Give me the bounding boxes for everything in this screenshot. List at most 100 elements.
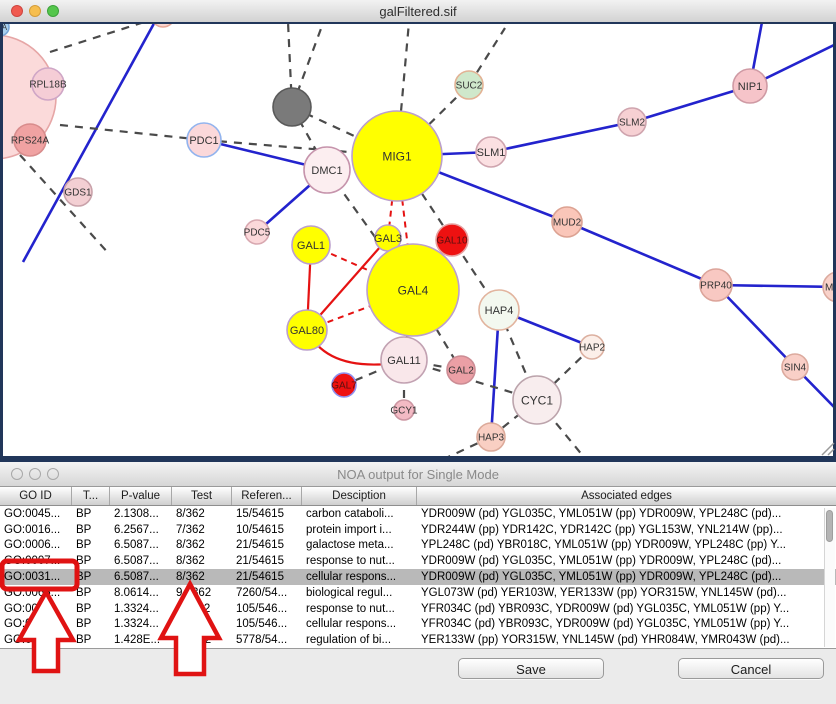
cell-test: 8/362 xyxy=(172,555,232,567)
cell-description: response to nut... xyxy=(302,603,417,615)
cell-description: regulation of bi... xyxy=(302,634,417,646)
cell-type: BP xyxy=(72,539,110,551)
cell-edges: YDR244W (pp) YDR142C, YDR142C (pp) YGL15… xyxy=(417,524,836,536)
cell-pvalue: 1.3324... xyxy=(110,618,172,630)
table-row[interactable]: GO:0016...BP6.2567...7/36210/54615protei… xyxy=(0,522,836,538)
cancel-button[interactable]: Cancel xyxy=(678,658,824,679)
view-border xyxy=(0,22,3,462)
node-label: GAL80 xyxy=(290,325,324,337)
view-border xyxy=(0,22,836,24)
node-label: SUC2 xyxy=(456,81,483,92)
node-label: GAL3 xyxy=(374,233,402,245)
network-edge xyxy=(491,122,632,152)
column-header-go[interactable]: GO ID xyxy=(0,487,72,505)
cell-reference: 10/54615 xyxy=(232,524,302,536)
node-gray-node[interactable] xyxy=(273,88,311,126)
column-header-edges[interactable]: Associated edges xyxy=(417,487,836,505)
node-label: GDS1 xyxy=(64,188,92,199)
column-header-test[interactable]: Test xyxy=(172,487,232,505)
cell-reference: 15/54615 xyxy=(232,508,302,520)
cell-pvalue: 1.428E... xyxy=(110,634,172,646)
column-header-reference[interactable]: Referen... xyxy=(232,487,302,505)
node-label: HAP3 xyxy=(478,433,505,444)
cell-type: BP xyxy=(72,618,110,630)
cell-edges: YDR009W (pd) YGL035C, YML051W (pp) YDR00… xyxy=(417,555,836,567)
save-button[interactable]: Save xyxy=(458,658,604,679)
table-row-selected[interactable]: GO:0031...BP6.5087...8/36221/54615cellul… xyxy=(0,569,836,585)
cell-reference: 7260/54... xyxy=(232,587,302,599)
cell-type: BP xyxy=(72,508,110,520)
cell-edges: YGL073W (pd) YER103W, YER133W (pp) YOR31… xyxy=(417,587,836,599)
cell-description: cellular respons... xyxy=(302,571,417,583)
cell-type: BP xyxy=(72,555,110,567)
cell-reference: 5778/54... xyxy=(232,634,302,646)
cell-edges: YFR034C (pd) YBR093C, YDR009W (pd) YGL03… xyxy=(417,618,836,630)
node-label: MIG1 xyxy=(382,149,412,163)
cell-type: BP xyxy=(72,634,110,646)
cell-type: BP xyxy=(72,524,110,536)
table-row[interactable]: GO:0007...BP6.5087...8/36221/54615respon… xyxy=(0,553,836,569)
network-edge xyxy=(716,285,836,287)
table-row[interactable]: GO:0006...BP6.5087...8/36221/54615galact… xyxy=(0,538,836,554)
node-label: GAL4 xyxy=(398,283,429,297)
resize-grip[interactable] xyxy=(822,443,834,455)
table-row[interactable]: GO:0031...BP1.3324...11/362105/546...res… xyxy=(0,601,836,617)
scrollbar-thumb[interactable] xyxy=(826,510,833,542)
vertical-scrollbar[interactable] xyxy=(824,508,835,647)
cell-pvalue: 6.2567... xyxy=(110,524,172,536)
column-header-description[interactable]: Desciption xyxy=(302,487,417,505)
node-label: PRP40 xyxy=(700,281,732,292)
table-row[interactable]: GO:0050...BP1.428E...80/3625778/54...reg… xyxy=(0,632,836,648)
node-label: PDC5 xyxy=(244,228,271,239)
cell-test: 80/362 xyxy=(172,634,232,646)
cell-reference: 21/54615 xyxy=(232,539,302,551)
network-canvas[interactable]: 17ARPL18BRPS24AGDS1PDC1PDC5DMC1MIG1SUC2S… xyxy=(0,22,836,462)
cell-type: BP xyxy=(72,571,110,583)
column-header-type[interactable]: T... xyxy=(72,487,110,505)
noa-window-titlebar[interactable]: NOA output for Single Mode xyxy=(0,462,836,487)
node-label: GCY1 xyxy=(390,406,418,417)
cell-go: GO:0006... xyxy=(0,539,72,551)
cell-edges: YPL248C (pd) YBR018C, YML051W (pp) YDR00… xyxy=(417,539,836,551)
node-label: GAL11 xyxy=(387,355,420,367)
node-label: NIP1 xyxy=(738,81,762,93)
cell-go: GO:0050... xyxy=(0,634,72,646)
cell-description: cellular respons... xyxy=(302,618,417,630)
node-label: SLM2 xyxy=(619,118,646,129)
node-label: RPL18B xyxy=(29,80,67,91)
cell-edges: YDR009W (pd) YGL035C, YML051W (pp) YDR00… xyxy=(417,571,836,583)
cell-test: 94/362 xyxy=(172,587,232,599)
cell-pvalue: 1.3324... xyxy=(110,603,172,615)
node-label: PDC1 xyxy=(189,135,218,147)
table-row[interactable]: GO:0045...BP2.1308...8/36215/54615carbon… xyxy=(0,506,836,522)
cell-description: galactose meta... xyxy=(302,539,417,551)
cell-test: 11/362 xyxy=(172,603,232,615)
cell-go: GO:0031... xyxy=(0,618,72,630)
cell-description: carbon cataboli... xyxy=(302,508,417,520)
node-label: MUD2 xyxy=(553,218,582,229)
cell-go: GO:0031... xyxy=(0,571,72,583)
network-edge xyxy=(20,155,110,255)
cell-description: response to nut... xyxy=(302,555,417,567)
table-row[interactable]: GO:0031...BP1.3324...11/362105/546...cel… xyxy=(0,617,836,633)
window-title: galFiltered.sif xyxy=(0,4,836,19)
cell-test: 11/362 xyxy=(172,618,232,630)
network-window-titlebar[interactable]: galFiltered.sif xyxy=(0,0,836,23)
cell-edges: YER133W (pp) YOR315W, YNL145W (pd) YHR08… xyxy=(417,634,836,646)
cell-type: BP xyxy=(72,603,110,615)
cell-reference: 21/54615 xyxy=(232,571,302,583)
cell-edges: YFR034C (pd) YBR093C, YDR009W (pd) YGL03… xyxy=(417,603,836,615)
network-edge xyxy=(567,222,716,285)
cell-pvalue: 6.5087... xyxy=(110,571,172,583)
cell-type: BP xyxy=(72,587,110,599)
cell-edges: YDR009W (pd) YGL035C, YML051W (pp) YDR00… xyxy=(417,508,836,520)
table-row[interactable]: GO:0065...BP8.0614...94/3627260/54...bio… xyxy=(0,585,836,601)
noa-output-window: NOA output for Single Mode GO IDT...P-va… xyxy=(0,462,836,704)
cell-description: biological regul... xyxy=(302,587,417,599)
cell-go: GO:0016... xyxy=(0,524,72,536)
cell-test: 8/362 xyxy=(172,571,232,583)
cell-description: protein import i... xyxy=(302,524,417,536)
node-label: GAL1 xyxy=(297,240,325,252)
node-label: SLM1 xyxy=(477,147,506,159)
column-header-pvalue[interactable]: P-value xyxy=(110,487,172,505)
